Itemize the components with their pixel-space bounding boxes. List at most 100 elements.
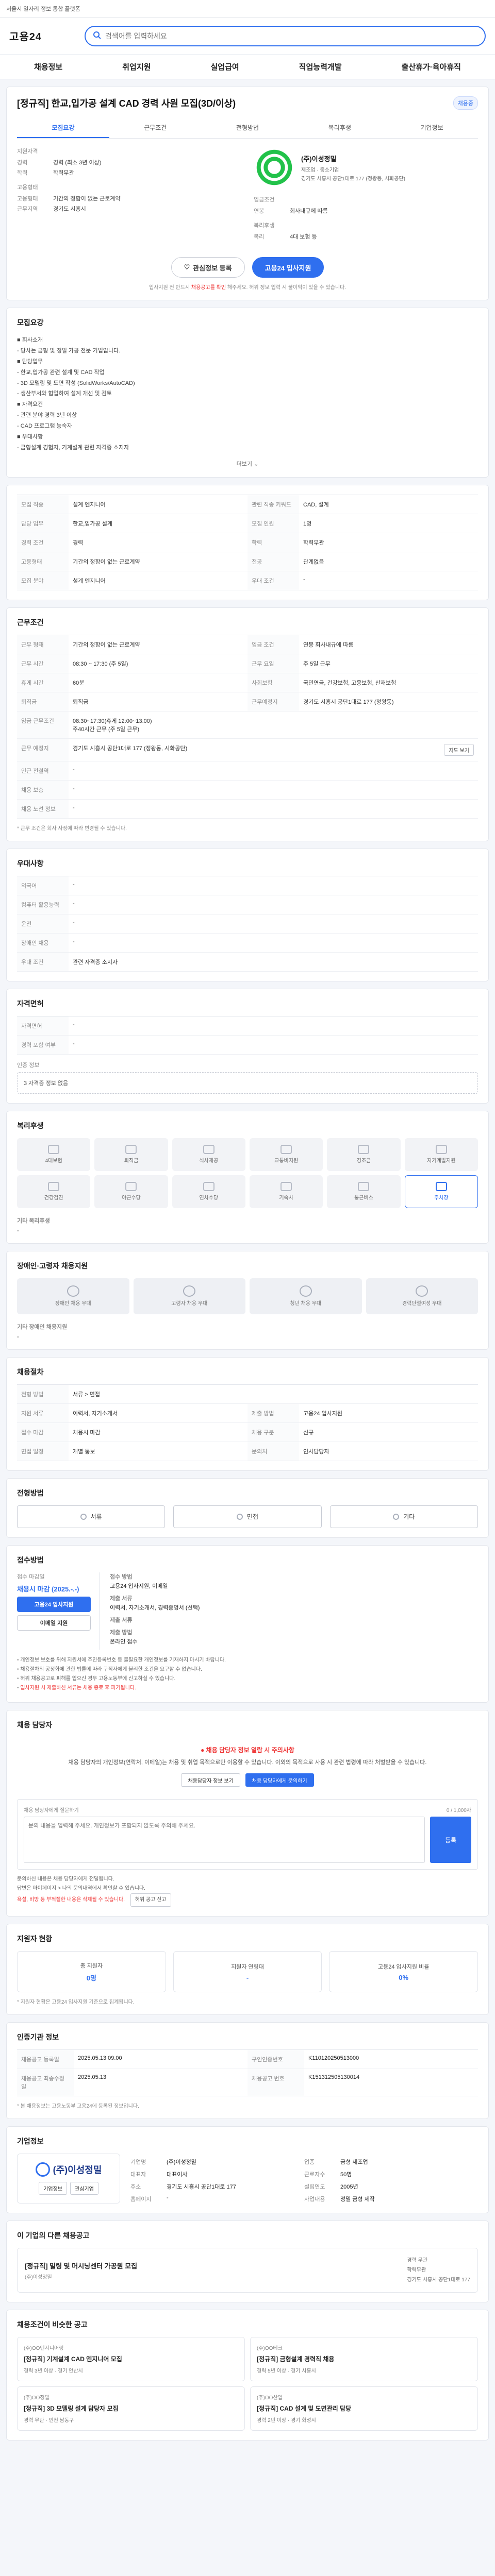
company-name[interactable]: (주)이성정밀 <box>301 154 405 163</box>
hire-section: 채용절차 전형 방법 서류 > 면접 지원 서류 이력서, 자기소개서 제출 방법 고용2… <box>6 1357 489 1471</box>
apply-row: 제출 서류 이력서, 자기소개서, 경력증명서 (선택) <box>110 1594 478 1612</box>
table-value: 학력무관 <box>299 533 478 552</box>
nav-item-benefits[interactable]: 실업급여 <box>210 61 239 72</box>
employ-item: 고령자 채용 우대 <box>133 1278 245 1314</box>
person-icon <box>299 1285 312 1297</box>
employ-label: 장애인 채용 우대 <box>55 1301 91 1307</box>
wage-group: 임금조건 연봉 회사내규에 따름 <box>254 197 328 214</box>
table-label: 외국어 <box>17 876 69 895</box>
qa-textarea[interactable] <box>24 1817 425 1863</box>
recommend-section: 채용조건이 비슷한 공고 (주)OO엔지니어링 [정규직] 기계설계 CAD 엔지… <box>6 2310 489 2441</box>
site-logo[interactable]: 고용24 <box>9 28 76 43</box>
tab-condition[interactable]: 근무조건 <box>109 118 202 138</box>
info-table: 채용공고 등록일 2025.05.13 09:00 구인인증번호 K110120250… <box>17 2049 478 2097</box>
qa-section: 채용 담당자 ● 채용 담당자 정보 열람 시 주의사항 채용 담당자의 개인정… <box>6 1709 489 1917</box>
table-value: 설계 엔지니어 <box>69 495 248 514</box>
recruit-table-card: 모집 직종 설계 엔지니어 관련 직종 키워드 CAD, 설계 담당 업무 한교,입가공 … <box>6 484 489 600</box>
table-label: 채용 노선 정보 <box>17 799 69 819</box>
stat-total: 총 지원자 0명 <box>17 1951 166 1993</box>
recruit-table: 모집 직종 설계 엔지니어 관련 직종 키워드 CAD, 설계 담당 업무 한교,입가공 … <box>17 494 478 590</box>
employment-type-group: 고용형태 고용형태 기간의 정함이 없는 근로계약 근무지역 경기도 시흥시 <box>17 184 121 212</box>
company-value: - <box>167 2195 169 2201</box>
apply-note-item: 입사지원 시 제출하신 서류는 채용 종료 후 파기됩니다. <box>17 1684 478 1693</box>
apply-email-button[interactable]: 이메일 지원 <box>17 1615 91 1631</box>
person-icon <box>67 1285 79 1297</box>
apply-online-button[interactable]: 고용24 입사지원 <box>17 1596 91 1612</box>
follow-company-button[interactable]: 관심기업 <box>70 2182 98 2195</box>
tab-method[interactable]: 전형방법 <box>202 118 294 138</box>
apply-row-label: 제출 서류 <box>110 1595 133 1602</box>
other-job-card[interactable]: [정규직] 밀링 및 머시닝센터 가공원 모집 (주)이성정밀 경력 무관 학력… <box>17 2248 478 2293</box>
nav-item-training[interactable]: 직업능력개발 <box>299 61 342 72</box>
tab-welfare[interactable]: 복리후생 <box>293 118 386 138</box>
table-value: - <box>69 781 478 800</box>
table-value: 60분 <box>69 673 248 692</box>
desc-line: - CAD 프로그램 능숙자 <box>17 423 72 430</box>
search-input[interactable] <box>105 31 477 40</box>
apply-notes: 개인정보 보호를 위해 지원서에 주민등록번호 등 불필요한 개인정보를 기재하… <box>17 1656 478 1693</box>
recommend-card[interactable]: (주)OO테크 [정규직] 금형설계 경력직 채용 경력 5년 이상 · 경기 시흥… <box>250 2337 478 2382</box>
section-title: 모집요강 <box>17 318 44 327</box>
company-value: 금형 제조업 <box>340 2159 368 2166</box>
recommend-card[interactable]: (주)OO산업 [정규직] CAD 설계 및 도면관리 담당 경력 2년 이상 · … <box>250 2386 478 2431</box>
applicant-stats-section: 지원자 현황 총 지원자 0명 지원자 연령대 - 고용24 입사지원 비율 0… <box>6 1924 489 2015</box>
table-value: - <box>69 761 478 781</box>
nav-item-jobs[interactable]: 채용정보 <box>34 61 62 72</box>
company-label: 기업명 <box>130 2159 146 2166</box>
recommend-card[interactable]: (주)OO정밀 [정규직] 3D 모델링 설계 담당자 모집 경력 무관 · 인천 … <box>17 2386 245 2431</box>
status-badge: 채용중 <box>453 96 478 110</box>
table-label: 근무 요일 <box>248 654 299 673</box>
method-option-other[interactable]: 기타 <box>329 1505 478 1528</box>
radio-icon <box>236 1513 243 1520</box>
registration-info-section: 인증기관 정보 채용공고 등록일 2025.05.13 09:00 구인인증번호 K1… <box>6 2022 489 2120</box>
tab-recruit[interactable]: 모집요강 <box>17 118 109 138</box>
company-info-button[interactable]: 기업정보 <box>39 2182 67 2195</box>
welfare-icon <box>203 1182 214 1192</box>
welfare-icon <box>435 1145 447 1155</box>
tab-company[interactable]: 기업정보 <box>386 118 478 138</box>
qa-form: 채용 담당자에게 질문하기 0 / 1,000자 등록 <box>17 1799 478 1870</box>
recruit-section: 모집요강 ■ 회사소개 - 당사는 금형 및 정밀 가공 전문 기업입니다. ■ 담… <box>6 308 489 478</box>
method-option-docs[interactable]: 서류 <box>17 1505 166 1528</box>
table-label: 모집 분야 <box>17 571 69 590</box>
apply-button[interactable]: 고용24 입사지원 <box>252 257 324 278</box>
table-label: 모집 직종 <box>17 495 69 514</box>
method-option-interview[interactable]: 면접 <box>173 1505 322 1528</box>
more-button[interactable]: 더보기 ⌄ <box>17 460 478 468</box>
nav-item-leave[interactable]: 출산휴가·육아휴직 <box>402 61 461 72</box>
recommend-title: [정규직] 기계설계 CAD 엔지니어 모집 <box>24 2355 122 2363</box>
welfare-label: 식사제공 <box>199 1158 219 1164</box>
table-value: - <box>69 800 478 819</box>
employ-item: 청년 채용 우대 <box>250 1278 362 1314</box>
table-label: 관련 직종 키워드 <box>248 495 299 514</box>
welfare-item: 야근수당 <box>94 1175 168 1208</box>
search-icon <box>93 31 101 41</box>
apply-row-label: 제출 서류 <box>110 1617 133 1623</box>
map-button[interactable]: 지도 보기 <box>444 743 474 756</box>
welfare-icon <box>48 1182 60 1192</box>
view-contact-button[interactable]: 채용담당자 정보 보기 <box>181 1773 240 1787</box>
apply-note: 입사지원 전 반드시 채용공고를 확인 해주세요. 허위 정보 입력 시 불이익… <box>148 285 346 291</box>
table-value: 2025.05.13 <box>74 2069 248 2097</box>
prefer-table: 외국어 - 컴퓨터 활용능력 - 운전 - 장애인 채용 - 우대 조건 관련 자격증 소지자 <box>17 875 478 972</box>
job-summary-card: [정규직] 한교,입가공 설계 CAD 경력 사원 모집(3D/이상) 채용중 … <box>6 87 489 300</box>
company-value: 2005년 <box>340 2184 358 2191</box>
ask-contact-button[interactable]: 채용 담당자에게 문의하기 <box>245 1773 314 1787</box>
company-label: 업종 <box>304 2159 315 2166</box>
search-bar[interactable] <box>85 25 486 46</box>
report-button[interactable]: 허위 공고 신고 <box>130 1893 171 1907</box>
table-value: 관계없음 <box>299 552 478 571</box>
scrap-button[interactable]: ♡ 관심정보 등록 <box>171 257 245 278</box>
welfare-item: 건강검진 <box>17 1175 91 1208</box>
table-label: 근무 시간 <box>17 654 69 673</box>
company-label: 주소 <box>130 2184 141 2191</box>
recommend-card[interactable]: (주)OO엔지니어링 [정규직] 기계설계 CAD 엔지니어 모집 경력 3년 이상… <box>17 2337 245 2382</box>
qa-submit-button[interactable]: 등록 <box>430 1817 471 1863</box>
nav-item-support[interactable]: 취업지원 <box>122 61 151 72</box>
deadline-text: 채용시 마감 (2025.-.-) <box>17 1585 79 1593</box>
table-label: 채용 구분 <box>248 1422 299 1442</box>
apply-row: 제출 서류 <box>110 1616 478 1624</box>
welfare-item: 4대보험 <box>17 1138 91 1171</box>
heart-icon: ♡ <box>184 263 190 271</box>
top-notice-bar: 서울시 일자리 정보 통합 플랫폼 <box>0 0 495 18</box>
